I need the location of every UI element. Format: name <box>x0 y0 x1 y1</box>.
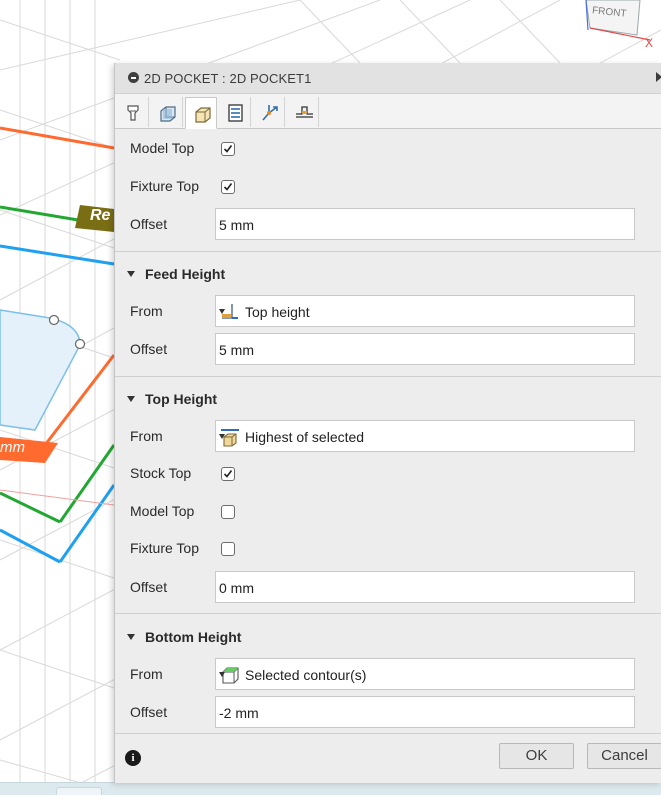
bottom-height-title: Bottom Height <box>145 629 242 645</box>
dimension-label: mm <box>0 439 25 456</box>
top-from-select[interactable]: Highest of selected <box>215 420 635 452</box>
collapse-triangle-icon <box>127 396 135 402</box>
model-top-label: Model Top <box>130 140 195 156</box>
tab-shaft[interactable] <box>287 97 319 127</box>
model-top-row: Model Top <box>115 140 661 160</box>
tool-icon <box>127 105 139 121</box>
tab-heights[interactable] <box>185 97 217 129</box>
feed-height-header[interactable]: Feed Height <box>127 266 225 282</box>
feed-from-value: Top height <box>245 304 310 320</box>
fixture-top-row: Fixture Top <box>115 178 661 198</box>
passes-icon <box>228 104 243 122</box>
feed-offset-input[interactable]: 5 mm <box>215 333 635 365</box>
dropdown-arrow-icon <box>219 434 225 439</box>
model-top-label: Model Top <box>130 503 195 519</box>
info-icon[interactable]: i <box>125 750 141 766</box>
top-height-offset-row: Offset 0 mm <box>115 571 661 603</box>
tab-linking[interactable] <box>253 97 285 127</box>
bottom-offset-row: Offset -2 mm <box>115 696 661 728</box>
fixture-top-checkbox-2[interactable] <box>221 542 235 556</box>
feed-from-select[interactable]: Top height <box>215 295 635 327</box>
top-from-value: Highest of selected <box>245 429 365 445</box>
top-offset-row: Offset 5 mm <box>115 208 661 240</box>
from-label: From <box>130 428 163 444</box>
fixture-top-row-2: Fixture Top <box>115 540 661 560</box>
top-height-offset-input[interactable]: 0 mm <box>215 571 635 603</box>
feed-offset-value: 5 mm <box>219 342 254 358</box>
collapse-triangle-icon <box>127 271 135 277</box>
tab-tool[interactable] <box>117 97 149 127</box>
collapse-icon[interactable] <box>128 72 139 83</box>
fixture-top-label: Fixture Top <box>130 540 199 556</box>
dialog-footer: i OK Cancel <box>115 733 661 783</box>
expand-arrow-icon[interactable] <box>656 72 661 82</box>
dialog-title: 2D POCKET : 2D POCKET1 <box>144 71 312 86</box>
shaft-icon <box>296 106 313 118</box>
stock-top-row: Stock Top <box>115 465 661 485</box>
offset-label: Offset <box>130 579 168 595</box>
bottom-from-select[interactable]: Selected contour(s) <box>215 658 635 690</box>
dropdown-arrow-icon <box>219 672 225 677</box>
model-top-row-2: Model Top <box>115 503 661 523</box>
model-top-checkbox-2[interactable] <box>221 505 235 519</box>
top-from-row: From Highest of selected <box>115 420 661 452</box>
from-label: From <box>130 666 163 682</box>
top-height-header[interactable]: Top Height <box>127 391 217 407</box>
section-divider <box>115 251 661 252</box>
offset-label: Offset <box>130 341 168 357</box>
feed-from-row: From Top height <box>115 295 661 327</box>
top-height-offset-value: 0 mm <box>219 580 254 596</box>
checkmark-icon <box>223 183 233 191</box>
ok-button[interactable]: OK <box>499 743 574 769</box>
bottom-offset-value: -2 mm <box>219 705 259 721</box>
model-top-checkbox[interactable] <box>221 142 235 156</box>
dialog-tabbar <box>115 94 661 129</box>
top-offset-input[interactable]: 5 mm <box>215 208 635 240</box>
fixture-top-checkbox[interactable] <box>221 180 235 194</box>
dialog-titlebar[interactable]: 2D POCKET : 2D POCKET1 <box>115 63 661 94</box>
feed-offset-row: Offset 5 mm <box>115 333 661 365</box>
stock-top-label: Stock Top <box>130 465 192 481</box>
section-divider <box>115 376 661 377</box>
collapse-triangle-icon <box>127 634 135 640</box>
bottom-from-row: From Selected contour(s) <box>115 658 661 690</box>
bottom-offset-input[interactable]: -2 mm <box>215 696 635 728</box>
sketch-label: Re <box>90 207 111 224</box>
linking-icon <box>262 105 278 121</box>
tab-passes[interactable] <box>219 97 251 127</box>
offset-label: Offset <box>130 704 168 720</box>
section-divider <box>115 613 661 614</box>
feed-height-title: Feed Height <box>145 266 226 282</box>
top-offset-value: 5 mm <box>219 217 254 233</box>
bottom-from-value: Selected contour(s) <box>245 667 367 683</box>
heights-icon <box>195 107 211 123</box>
dialog-content: Model Top Fixture Top Offset 5 mm Feed H… <box>115 129 661 732</box>
dropdown-arrow-icon <box>219 309 225 314</box>
status-bar <box>0 782 661 795</box>
from-label: From <box>130 303 163 319</box>
bottom-height-header[interactable]: Bottom Height <box>127 629 241 645</box>
offset-label: Offset <box>130 216 168 232</box>
geometry-icon <box>160 106 176 122</box>
checkmark-icon <box>223 145 233 153</box>
stock-top-checkbox[interactable] <box>221 467 235 481</box>
cancel-button[interactable]: Cancel <box>587 743 661 769</box>
tab-geometry[interactable] <box>151 97 183 127</box>
top-height-title: Top Height <box>145 391 218 407</box>
pocket-dialog: 2D POCKET : 2D POCKET1 Model Top Fixture… <box>114 63 661 783</box>
viewcube-x-axis-label: X <box>645 36 654 50</box>
checkmark-icon <box>223 470 233 478</box>
fixture-top-label: Fixture Top <box>130 178 199 194</box>
